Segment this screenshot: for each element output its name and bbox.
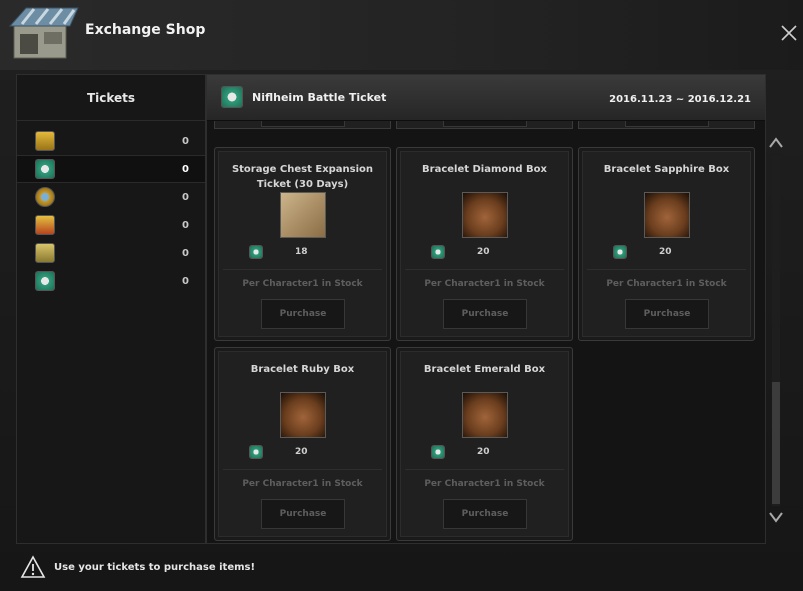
footer-text: Use your tickets to purchase items! bbox=[54, 561, 256, 573]
scroll-up-icon[interactable] bbox=[768, 134, 784, 152]
item-card: Bracelet Emerald Box 20 Per Character1 i… bbox=[396, 347, 573, 541]
item-cost: 20 bbox=[295, 447, 308, 457]
divider bbox=[405, 469, 564, 470]
title-bar[interactable]: Exchange Shop bbox=[0, 0, 803, 70]
item-card: Storage Chest Expansion Ticket (30 Days)… bbox=[214, 147, 391, 341]
item-name: Bracelet Emerald Box bbox=[423, 364, 546, 375]
item-cost: 20 bbox=[659, 247, 672, 257]
stock-limit: Per Character1 in Stock bbox=[424, 479, 545, 489]
chest-ruby-icon bbox=[280, 392, 326, 438]
chest-diamond-icon bbox=[462, 192, 508, 238]
chest-emerald-icon bbox=[462, 392, 508, 438]
stock-limit: Per Character1 in Stock bbox=[242, 479, 363, 489]
niflheim-ticket-icon bbox=[221, 86, 243, 108]
ticket-header: Niflheim Battle Ticket 2016.11.23 ~ 2016… bbox=[207, 75, 765, 121]
divider bbox=[587, 269, 746, 270]
yellow-ticket-icon bbox=[35, 131, 55, 151]
ticket-count: 0 bbox=[182, 163, 189, 175]
shop-stall-icon bbox=[8, 7, 79, 59]
ticket-count: 0 bbox=[182, 135, 189, 147]
ticket-row-yellow-red[interactable]: 0 bbox=[17, 211, 205, 239]
purchase-button[interactable]: Purchase bbox=[261, 299, 345, 329]
purchase-button[interactable]: Purchase bbox=[443, 499, 527, 529]
purchase-button[interactable]: Purchase bbox=[625, 299, 709, 329]
items-panel: Niflheim Battle Ticket 2016.11.23 ~ 2016… bbox=[206, 74, 766, 544]
stock-limit: Per Character1 in Stock bbox=[606, 279, 727, 289]
divider bbox=[223, 269, 382, 270]
item-name: Bracelet Sapphire Box bbox=[603, 164, 730, 175]
item-name: Bracelet Diamond Box bbox=[422, 164, 547, 175]
ticket-count: 0 bbox=[182, 191, 189, 203]
purchase-button[interactable]: Purchase bbox=[261, 499, 345, 529]
scroll-icon bbox=[280, 192, 326, 238]
item-cost: 18 bbox=[295, 247, 308, 257]
exchange-shop-window: Exchange Shop Tickets 0 0 0 0 0 0 Niflhe… bbox=[0, 0, 803, 591]
scroll-thumb[interactable] bbox=[772, 382, 780, 504]
items-grid: Storage Chest Expansion Ticket (30 Days)… bbox=[207, 121, 765, 543]
niflheim-ticket-icon bbox=[613, 245, 627, 259]
divider bbox=[405, 269, 564, 270]
purchase-button[interactable]: Purchase bbox=[443, 299, 527, 329]
footer-notice: Use your tickets to purchase items! bbox=[20, 554, 255, 580]
ticket-count: 0 bbox=[182, 275, 189, 287]
ticket-count: 0 bbox=[182, 219, 189, 231]
item-name: Bracelet Ruby Box bbox=[250, 364, 355, 375]
niflheim-ticket-icon bbox=[35, 159, 55, 179]
ticket-row-green[interactable]: 0 bbox=[17, 267, 205, 295]
warning-icon bbox=[20, 555, 46, 578]
partial-item-card bbox=[396, 121, 573, 129]
today-ticket-icon bbox=[35, 243, 55, 263]
date-range: 2016.11.23 ~ 2016.12.21 bbox=[609, 94, 751, 105]
yellow-red-ticket-icon bbox=[35, 215, 55, 235]
selected-ticket-name: Niflheim Battle Ticket bbox=[252, 91, 387, 104]
gold-coin-ticket-icon bbox=[35, 187, 55, 207]
niflheim-ticket-icon bbox=[249, 445, 263, 459]
stock-limit: Per Character1 in Stock bbox=[424, 279, 545, 289]
partial-item-card bbox=[578, 121, 755, 129]
ticket-count: 0 bbox=[182, 247, 189, 259]
green-ticket-icon bbox=[35, 271, 55, 291]
window-title: Exchange Shop bbox=[85, 22, 206, 38]
item-name: Storage Chest Expansion Ticket (30 Days) bbox=[231, 164, 374, 190]
scroll-down-icon[interactable] bbox=[768, 508, 784, 526]
niflheim-ticket-icon bbox=[249, 245, 263, 259]
item-card: Bracelet Diamond Box 20 Per Character1 i… bbox=[396, 147, 573, 341]
chest-sapphire-icon bbox=[644, 192, 690, 238]
divider bbox=[223, 469, 382, 470]
item-cost: 20 bbox=[477, 247, 490, 257]
tickets-header: Tickets bbox=[17, 75, 205, 121]
item-cost: 20 bbox=[477, 447, 490, 457]
item-card: Bracelet Sapphire Box 20 Per Character1 … bbox=[578, 147, 755, 341]
ticket-row-niflheim[interactable]: 0 bbox=[17, 155, 205, 183]
items-scrollbar[interactable] bbox=[766, 130, 786, 530]
ticket-row-yellow[interactable]: 0 bbox=[17, 127, 205, 155]
stock-limit: Per Character1 in Stock bbox=[242, 279, 363, 289]
niflheim-ticket-icon bbox=[431, 245, 445, 259]
partial-item-card bbox=[214, 121, 391, 129]
tickets-panel: Tickets 0 0 0 0 0 0 bbox=[16, 74, 206, 544]
niflheim-ticket-icon bbox=[431, 445, 445, 459]
ticket-row-today[interactable]: 0 bbox=[17, 239, 205, 267]
ticket-row-gold-coin[interactable]: 0 bbox=[17, 183, 205, 211]
item-card: Bracelet Ruby Box 20 Per Character1 in S… bbox=[214, 347, 391, 541]
close-icon[interactable] bbox=[780, 24, 798, 42]
